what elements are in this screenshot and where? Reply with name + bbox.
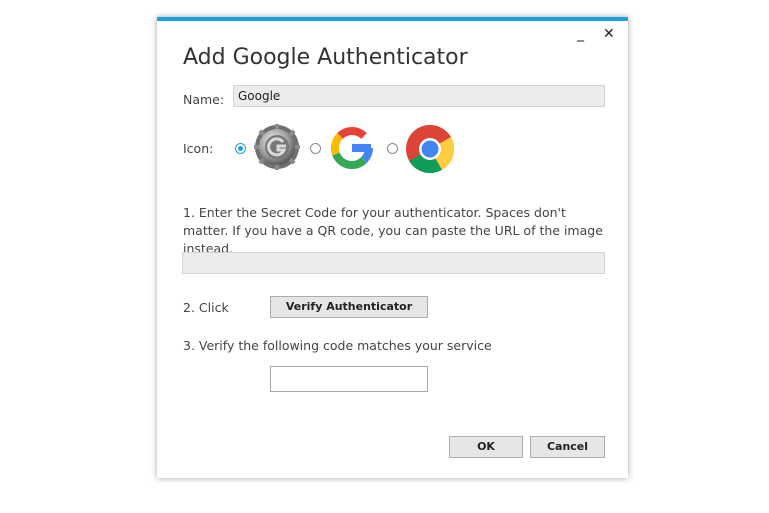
- chrome-icon[interactable]: [404, 123, 456, 175]
- dialog-title: Add Google Authenticator: [183, 45, 468, 70]
- minimize-button[interactable]: _: [577, 27, 584, 41]
- icon-radio-google[interactable]: [310, 143, 321, 154]
- secret-code-instructions: 1. Enter the Secret Code for your authen…: [183, 205, 603, 256]
- authenticator-coin-icon[interactable]: [253, 123, 301, 171]
- google-g-icon[interactable]: [327, 123, 377, 173]
- verification-code-box: [270, 366, 428, 392]
- cancel-button[interactable]: Cancel: [530, 436, 605, 458]
- step2-label: 2. Click: [183, 300, 229, 315]
- close-button[interactable]: ✕: [603, 27, 615, 41]
- icon-radio-chrome[interactable]: [387, 143, 398, 154]
- icon-radio-authenticator[interactable]: [235, 143, 246, 154]
- secret-code-input[interactable]: [182, 252, 605, 274]
- ok-button[interactable]: OK: [449, 436, 523, 458]
- verify-authenticator-button[interactable]: Verify Authenticator: [270, 296, 428, 318]
- add-authenticator-dialog: _ ✕ Add Google Authenticator Name: Icon:: [157, 17, 628, 478]
- name-label: Name:: [183, 92, 225, 107]
- icon-label: Icon:: [183, 141, 214, 156]
- step3-label: 3. Verify the following code matches you…: [183, 338, 492, 353]
- name-input[interactable]: [233, 85, 605, 107]
